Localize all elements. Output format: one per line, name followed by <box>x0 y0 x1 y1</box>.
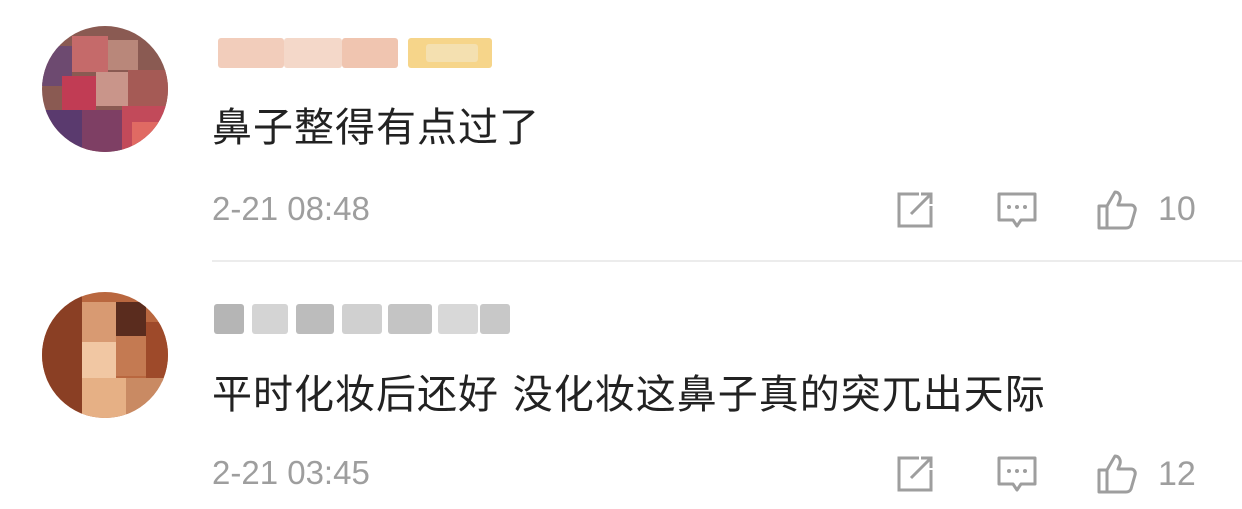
like-count: 12 <box>1158 455 1196 493</box>
comment-item: 鼻子整得有点过了 2-21 08:48 10 <box>0 0 1242 262</box>
avatar[interactable] <box>42 292 168 418</box>
comment-icon[interactable] <box>995 452 1039 496</box>
comment-text: 鼻子整得有点过了 <box>212 105 540 151</box>
share-icon[interactable] <box>893 188 937 232</box>
comment-time: 2-21 03:45 <box>212 454 370 491</box>
avatar[interactable] <box>42 26 168 152</box>
comment-icon[interactable] <box>995 188 1039 232</box>
username-blurred[interactable] <box>212 296 512 340</box>
like-count: 10 <box>1158 190 1196 228</box>
like-icon[interactable] <box>1095 188 1139 232</box>
comment-time: 2-21 08:48 <box>212 190 370 227</box>
share-icon[interactable] <box>893 452 937 496</box>
username-blurred[interactable] <box>212 30 502 74</box>
like-icon[interactable] <box>1095 452 1139 496</box>
comment-text: 平时化妆后还好 没化妆这鼻子真的突兀出天际 <box>212 372 1046 418</box>
comment-item: 平时化妆后还好 没化妆这鼻子真的突兀出天际 2-21 03:45 12 <box>0 262 1242 509</box>
